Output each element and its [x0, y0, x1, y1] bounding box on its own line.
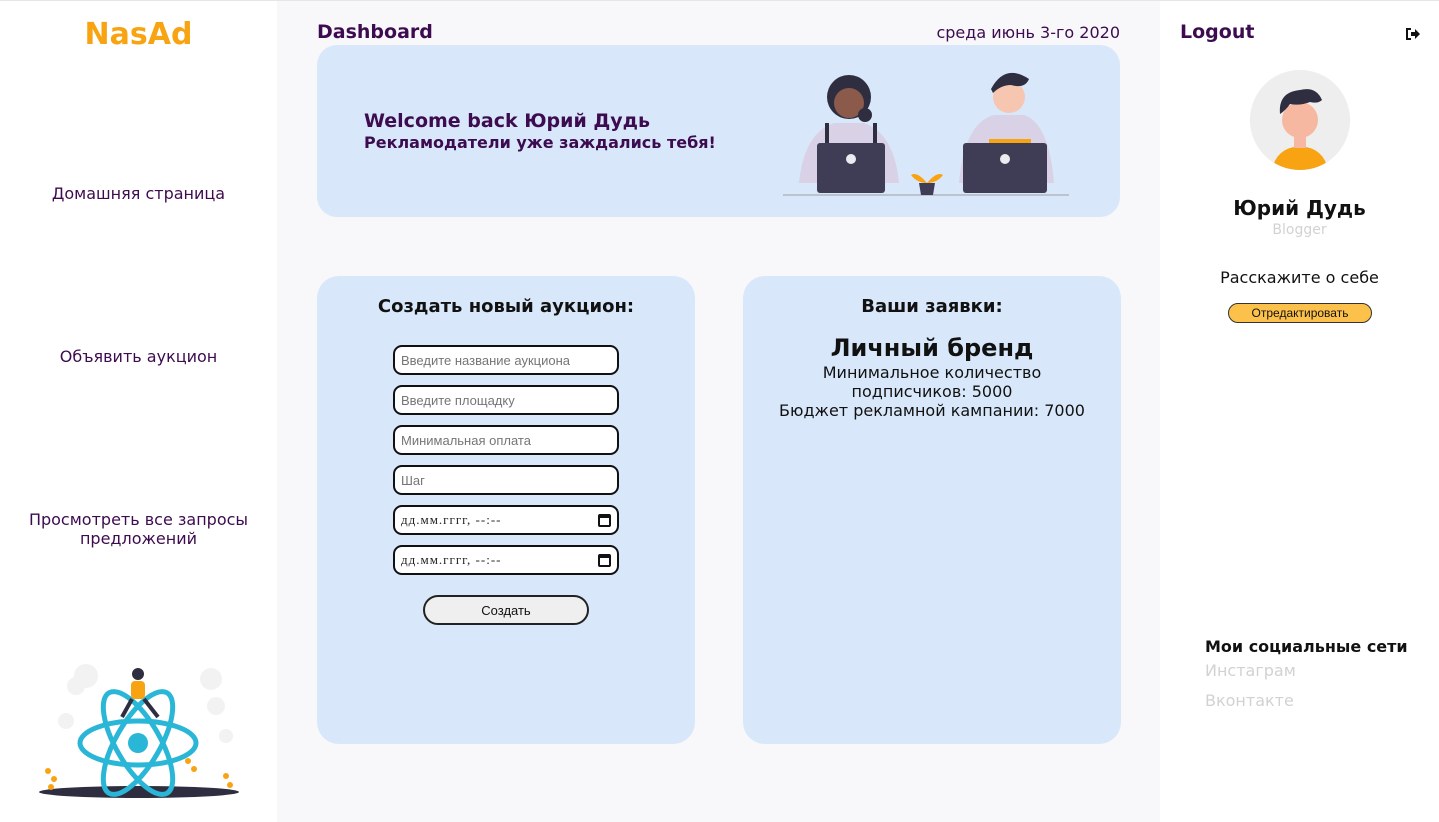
- react-atom-illustration: [39, 664, 239, 798]
- main-content: Dashboard среда июнь 3-го 2020 Welcome b…: [277, 1, 1160, 822]
- min-payment-input[interactable]: Минимальная оплата: [393, 425, 619, 455]
- create-auction-title: Создать новый аукцион:: [377, 296, 635, 317]
- avatar: [1250, 70, 1350, 170]
- user-role: Blogger: [1272, 222, 1327, 238]
- auction-name-input[interactable]: Введите название аукциона: [393, 345, 619, 375]
- user-avatar-icon: [1250, 70, 1350, 170]
- logo[interactable]: NasAd: [0, 17, 277, 52]
- profile-panel: Logout Юрий Дудь Blogger Расскажите о се…: [1160, 1, 1439, 822]
- platform-input[interactable]: Введите площадку: [393, 385, 619, 415]
- bid-budget: Бюджет рекламной кампании: 7000: [779, 401, 1085, 420]
- create-button[interactable]: Создать: [423, 595, 589, 625]
- nav-item-view-requests[interactable]: Просмотреть все запросы предложений: [20, 510, 257, 548]
- start-datetime-input[interactable]: дд.мм.гггг, --:--: [393, 505, 619, 535]
- people-with-laptops-illustration: [783, 72, 1069, 196]
- date-label: среда июнь 3-го 2020: [936, 23, 1120, 42]
- bid-min-subscribers-value: подписчиков: 5000: [851, 382, 1013, 401]
- socials-title: Мои социальные сети: [1205, 637, 1408, 656]
- end-datetime-value: дд.мм.гггг, --:--: [401, 552, 502, 567]
- welcome-subtitle: Рекламодатели уже заждались тебя!: [364, 133, 716, 152]
- nav-item-announce-auction[interactable]: Объявить аукцион: [20, 347, 257, 366]
- social-link-vkontakte[interactable]: Вконтакте: [1205, 691, 1294, 710]
- calendar-icon[interactable]: [598, 513, 611, 527]
- about-prompt: Расскажите о себе: [1220, 268, 1379, 287]
- end-datetime-input[interactable]: дд.мм.гггг, --:--: [393, 545, 619, 575]
- bids-title: Ваши заявки:: [861, 296, 1003, 317]
- welcome-title: Welcome back Юрий Дудь: [364, 110, 651, 132]
- edit-profile-button[interactable]: Отредактировать: [1228, 303, 1372, 323]
- logout-icon[interactable]: [1405, 27, 1421, 41]
- bid-name: Личный бренд: [830, 334, 1034, 362]
- user-name: Юрий Дудь: [1233, 196, 1366, 220]
- left-sidebar: NasAd Домашняя страница Объявить аукцион…: [0, 1, 277, 822]
- welcome-banner: Welcome back Юрий Дудь Рекламодатели уже…: [317, 45, 1120, 217]
- nav-item-home[interactable]: Домашняя страница: [20, 184, 257, 203]
- step-input[interactable]: Шаг: [393, 465, 619, 495]
- page-title: Dashboard: [317, 21, 433, 43]
- calendar-icon[interactable]: [598, 553, 611, 567]
- create-auction-card: Создать новый аукцион: Введите название …: [317, 276, 695, 744]
- social-link-instagram[interactable]: Инстаграм: [1205, 661, 1296, 680]
- bid-min-subscribers-label: Минимальное количество: [822, 363, 1042, 382]
- bids-card: Ваши заявки: Личный бренд Минимальное ко…: [743, 276, 1121, 744]
- logout-link[interactable]: Logout: [1180, 21, 1254, 43]
- start-datetime-value: дд.мм.гггг, --:--: [401, 512, 502, 527]
